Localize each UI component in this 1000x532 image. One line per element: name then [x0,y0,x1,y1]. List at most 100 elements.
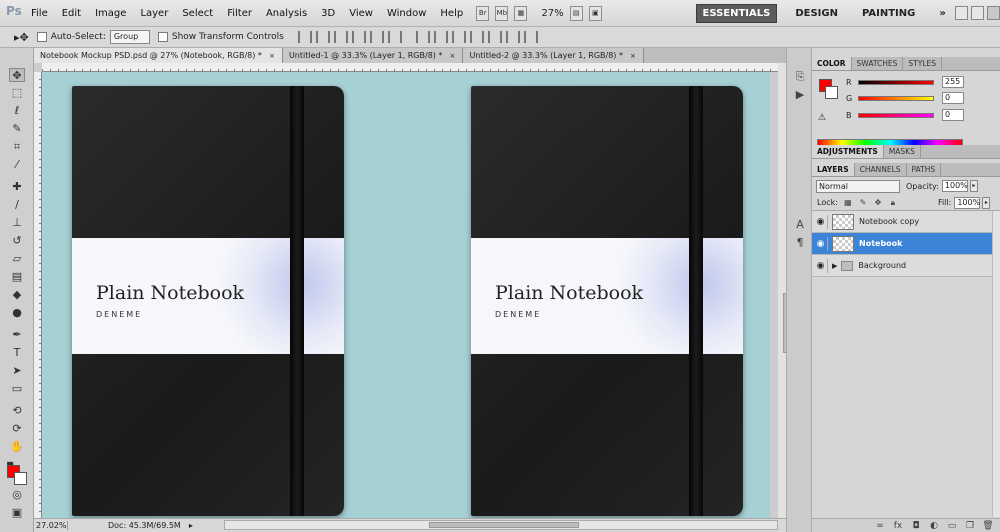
more-workspaces-button[interactable]: » [933,5,951,22]
quick-select-tool-icon[interactable]: ✎ [9,122,25,136]
layer-row-selected[interactable]: ◉ Notebook [812,233,1000,255]
workspace-design[interactable]: DESIGN [789,5,844,22]
gradient-tool-icon[interactable]: ▤ [9,270,25,284]
workspace-painting[interactable]: PAINTING [856,5,921,22]
quick-mask-icon[interactable]: ◎ [9,488,25,502]
visibility-eye-icon[interactable]: ◉ [814,236,828,251]
status-zoom[interactable]: 27.02% [34,521,68,530]
menu-image[interactable]: Image [88,8,133,19]
view-extras-button[interactable]: ▦ [514,5,528,21]
show-transform-checkbox[interactable] [157,32,168,42]
layer-row[interactable]: ◉ Notebook copy [812,211,1000,233]
workspace-essentials[interactable]: ESSENTIALS [695,3,778,23]
align-vcenter-icon[interactable] [315,31,330,43]
color-panel-background-swatch[interactable] [825,86,838,99]
document-tab[interactable]: Notebook Mockup PSD.psd @ 27% (Notebook,… [34,48,283,63]
distribute-left-icon[interactable] [469,31,484,43]
red-value-field[interactable]: 255 [942,76,964,88]
healing-brush-tool-icon[interactable]: ✚ [9,180,25,194]
history-panel-icon[interactable]: ⎘ [793,70,807,84]
eyedropper-tool-icon[interactable]: ⁄ [9,158,25,172]
green-slider[interactable] [858,95,934,101]
mini-bridge-button[interactable]: Mb [495,5,509,21]
bridge-button[interactable]: Br [476,5,490,21]
align-right-icon[interactable] [387,31,402,43]
layers-scrollbar[interactable] [992,211,1000,517]
lasso-tool-icon[interactable]: ℓ [9,104,25,118]
marquee-tool-icon[interactable]: ⬚ [9,86,25,100]
clone-stamp-tool-icon[interactable]: ⊥ [9,216,25,230]
lock-position-icon[interactable]: ✥ [873,198,883,208]
lock-pixels-icon[interactable]: ✎ [858,198,868,208]
document-tab[interactable]: Untitled-1 @ 33.3% (Layer 1, RGB/8) * × [282,48,464,63]
align-hcenter-icon[interactable] [369,31,384,43]
type-tool-icon[interactable]: T [9,346,25,360]
add-mask-icon[interactable]: ◘ [910,521,922,531]
align-top-icon[interactable] [297,31,312,43]
hand-tool-icon[interactable]: ✋ [9,440,25,454]
status-menu-arrow-icon[interactable]: ▸ [189,521,193,530]
tab-paths[interactable]: PATHS [907,163,942,176]
new-layer-icon[interactable]: ❐ [964,521,976,531]
history-brush-tool-icon[interactable]: ↺ [9,234,25,248]
menu-layer[interactable]: Layer [133,8,175,19]
move-tool-icon[interactable]: ✥ [9,68,25,82]
adjustment-layer-icon[interactable]: ◐ [928,521,940,531]
link-layers-icon[interactable]: ∞ [874,521,886,531]
visibility-eye-icon[interactable]: ◉ [814,214,828,229]
document-tab[interactable]: Untitled-2 @ 33.3% (Layer 1, RGB/8) * × [463,48,644,63]
distribute-vcenter-icon[interactable] [433,31,448,43]
brush-tool-icon[interactable]: ∕ [9,198,25,212]
lock-all-icon[interactable]: 🔒︎ [888,198,898,208]
zoom-level[interactable]: 27% [541,8,563,19]
align-bottom-icon[interactable] [333,31,348,43]
arrange-documents-button[interactable]: ▤ [569,5,583,21]
close-tab-icon[interactable]: × [268,52,276,60]
menu-help[interactable]: Help [433,8,470,19]
tab-styles[interactable]: STYLES [903,57,942,70]
fill-field[interactable]: 100% [954,196,981,209]
distribute-top-icon[interactable] [415,31,430,43]
auto-select-dropdown[interactable]: Group [109,30,150,44]
menu-edit[interactable]: Edit [55,8,88,19]
blue-value-field[interactable]: 0 [942,109,964,121]
layer-style-icon[interactable]: fx [892,521,904,531]
tab-channels[interactable]: CHANNELS [855,163,907,176]
eraser-tool-icon[interactable]: ▱ [9,252,25,266]
screen-mode-icon[interactable]: ▣ [9,506,25,520]
vertical-scrollbar[interactable] [778,63,789,518]
tab-color[interactable]: COLOR [812,57,852,70]
green-value-field[interactable]: 0 [942,92,964,104]
character-panel-icon[interactable]: A [793,218,807,232]
tab-swatches[interactable]: SWATCHES [852,57,904,70]
auto-select-checkbox[interactable] [36,32,47,42]
visibility-eye-icon[interactable]: ◉ [814,258,828,273]
menu-select[interactable]: Select [175,8,220,19]
dodge-tool-icon[interactable]: ● [9,306,25,320]
delete-layer-icon[interactable]: 🗑︎ [982,521,994,531]
opacity-arrow-icon[interactable]: ▸ [969,180,978,192]
paragraph-panel-icon[interactable]: ¶ [793,236,807,250]
menu-3d[interactable]: 3D [314,8,342,19]
actions-panel-icon[interactable]: ▶ [793,88,807,102]
blur-tool-icon[interactable]: ◆ [9,288,25,302]
path-select-tool-icon[interactable]: ➤ [9,364,25,378]
distribute-bottom-icon[interactable] [451,31,466,43]
minimize-button[interactable] [954,6,968,20]
3d-rotate-tool-icon[interactable]: ⟲ [9,404,25,418]
close-tab-icon[interactable]: × [448,52,456,60]
crop-tool-icon[interactable]: ⌗ [9,140,25,154]
layer-row[interactable]: ◉ ▶ Background [812,255,1000,277]
move-tool-preset-icon[interactable]: ▸✥ [14,31,29,44]
expand-group-icon[interactable]: ▶ [832,262,837,270]
distribute-hcenter-icon[interactable] [487,31,502,43]
blue-slider[interactable] [858,112,934,118]
screen-mode-button[interactable]: ▣ [588,5,602,21]
maximize-button[interactable] [970,6,984,20]
tab-masks[interactable]: MASKS [884,145,921,158]
vertical-ruler[interactable] [34,72,42,518]
distribute-right-icon[interactable] [505,31,520,43]
canvas[interactable]: Plain Notebook DENEME Plain Notebook DEN… [42,72,770,518]
lock-transparency-icon[interactable]: ▦ [843,198,853,208]
horizontal-scrollbar[interactable] [224,520,778,530]
